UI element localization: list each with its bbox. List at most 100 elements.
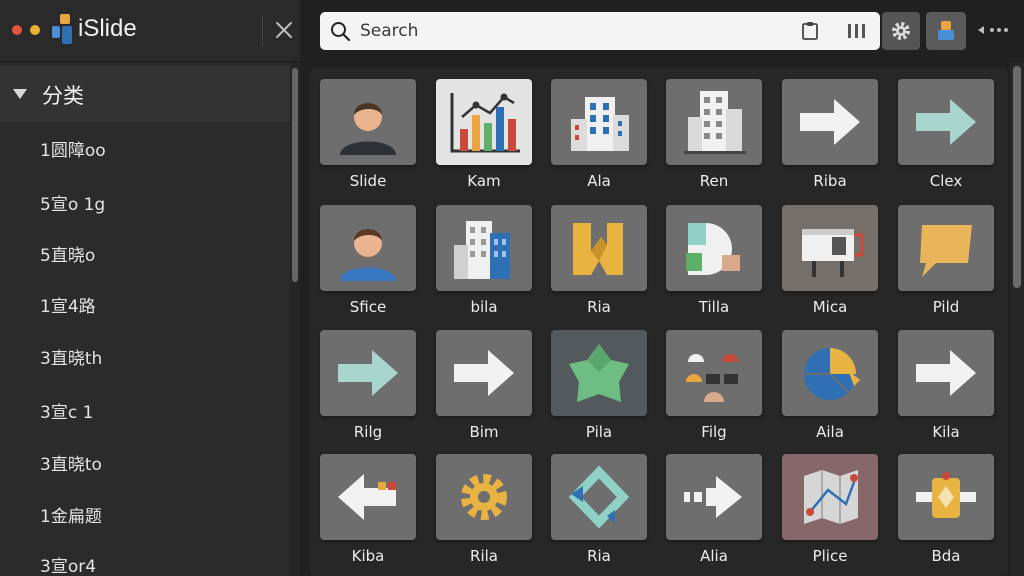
icon-tile[interactable] <box>666 205 762 291</box>
billboard-icon <box>802 229 864 277</box>
category-item[interactable]: 1金扁题 <box>0 492 290 542</box>
arrow-right-icon <box>800 99 860 145</box>
icon-tile[interactable] <box>320 79 416 165</box>
more-button[interactable] <box>976 18 1012 42</box>
icon-tile[interactable] <box>551 330 647 416</box>
category-item[interactable]: 1宣4路 <box>0 282 290 332</box>
category-item[interactable]: 5直晓o <box>0 231 290 281</box>
icon-tile[interactable] <box>551 79 647 165</box>
user-icon <box>938 21 954 40</box>
tile-label: Slide <box>349 172 387 190</box>
tile-label: bila <box>470 298 498 316</box>
arrow-right-icon <box>916 350 976 396</box>
icon-tile[interactable] <box>436 79 532 165</box>
category-item[interactable]: 5宣o 1g <box>0 180 290 230</box>
icon-tile[interactable] <box>436 454 532 540</box>
tile-label: Bim <box>469 423 499 441</box>
icon-tile[interactable] <box>898 205 994 291</box>
sidebar-scrollbar-thumb[interactable] <box>292 68 298 282</box>
category-header[interactable]: 分类 <box>0 66 290 122</box>
tile-label: Ren <box>699 172 729 190</box>
puzzle-icon <box>573 223 623 275</box>
cycle-icon <box>568 465 630 529</box>
tile-label: Clex <box>929 172 963 190</box>
more-icon <box>978 26 1008 34</box>
window-close-dot[interactable] <box>12 25 22 35</box>
category-title: 分类 <box>42 84 84 108</box>
icon-tile[interactable] <box>551 205 647 291</box>
icon-tile[interactable] <box>320 330 416 416</box>
icon-tile[interactable] <box>666 454 762 540</box>
icon-tile[interactable] <box>436 205 532 291</box>
arrow-right-teal-icon <box>338 350 398 396</box>
tile-label: Bda <box>931 547 961 565</box>
icon-tile[interactable] <box>782 205 878 291</box>
title-bar: iSlide <box>0 0 300 62</box>
icon-tile[interactable] <box>551 454 647 540</box>
tile-label: Pila <box>585 423 613 441</box>
icon-tile[interactable] <box>898 330 994 416</box>
list-view-icon[interactable] <box>846 21 868 41</box>
building-icon <box>571 97 629 151</box>
gear-icon <box>892 22 910 40</box>
tile-label: Ria <box>587 298 611 316</box>
window-minimize-dot[interactable] <box>30 25 40 35</box>
arrow-left-icon <box>338 474 396 520</box>
icon-tile[interactable] <box>898 79 994 165</box>
icon-tile[interactable] <box>666 79 762 165</box>
category-item[interactable]: 3直晓to <box>0 440 290 490</box>
pie-blocks-icon <box>686 223 740 275</box>
search-bar <box>320 12 880 50</box>
search-input[interactable] <box>360 16 760 46</box>
app-title: iSlide <box>78 15 137 42</box>
close-button[interactable] <box>272 18 296 42</box>
divider <box>262 16 263 46</box>
office-tower-icon <box>684 91 746 154</box>
icon-tile[interactable] <box>320 205 416 291</box>
tile-label: Rilg <box>353 423 383 441</box>
tile-label: Riba <box>813 172 847 190</box>
category-item[interactable]: 1圆障oo <box>0 126 290 176</box>
arrow-right-teal-icon <box>916 99 976 145</box>
icon-tile[interactable] <box>320 454 416 540</box>
cog-icon <box>461 474 507 520</box>
arrow-dashed-icon <box>684 476 742 518</box>
grid-scrollbar-thumb[interactable] <box>1013 66 1021 288</box>
tile-label: Rila <box>470 547 498 565</box>
close-icon <box>276 22 292 38</box>
icon-tile[interactable] <box>782 79 878 165</box>
tile-label: Kiba <box>351 547 385 565</box>
category-item[interactable]: 3直晓th <box>0 334 290 384</box>
clipboard-icon[interactable] <box>800 21 820 41</box>
badge-icon <box>916 472 976 518</box>
pie-chart-icon <box>804 348 860 400</box>
arrow-right-icon <box>454 350 514 396</box>
icon-tile[interactable] <box>782 330 878 416</box>
tile-label: Tilla <box>698 298 730 316</box>
user-button[interactable] <box>926 12 966 50</box>
tile-label: Alia <box>700 547 728 565</box>
tile-label: Mica <box>812 298 848 316</box>
people-group-icon <box>686 354 738 402</box>
settings-button[interactable] <box>882 12 920 50</box>
category-item[interactable]: 3宣or4 <box>0 542 290 576</box>
icon-tile[interactable] <box>436 330 532 416</box>
city-icon <box>454 221 510 279</box>
tile-label: Ala <box>587 172 611 190</box>
tile-label: Pild <box>932 298 960 316</box>
icon-tile[interactable] <box>898 454 994 540</box>
tile-label: Filg <box>701 423 727 441</box>
person-blue-icon <box>340 229 396 281</box>
star-shape-icon <box>569 344 629 402</box>
map-icon <box>804 470 858 524</box>
tile-label: Sfice <box>349 298 387 316</box>
tile-label: Ria <box>587 547 611 565</box>
speech-bubble-icon <box>920 225 972 277</box>
icon-tile[interactable] <box>666 330 762 416</box>
chevron-down-icon <box>13 89 27 99</box>
person-icon <box>340 103 396 155</box>
category-item[interactable]: 3宣c 1 <box>0 388 290 438</box>
tile-label: Aila <box>816 423 844 441</box>
icon-tile[interactable] <box>782 454 878 540</box>
bar-chart-icon <box>450 93 520 153</box>
